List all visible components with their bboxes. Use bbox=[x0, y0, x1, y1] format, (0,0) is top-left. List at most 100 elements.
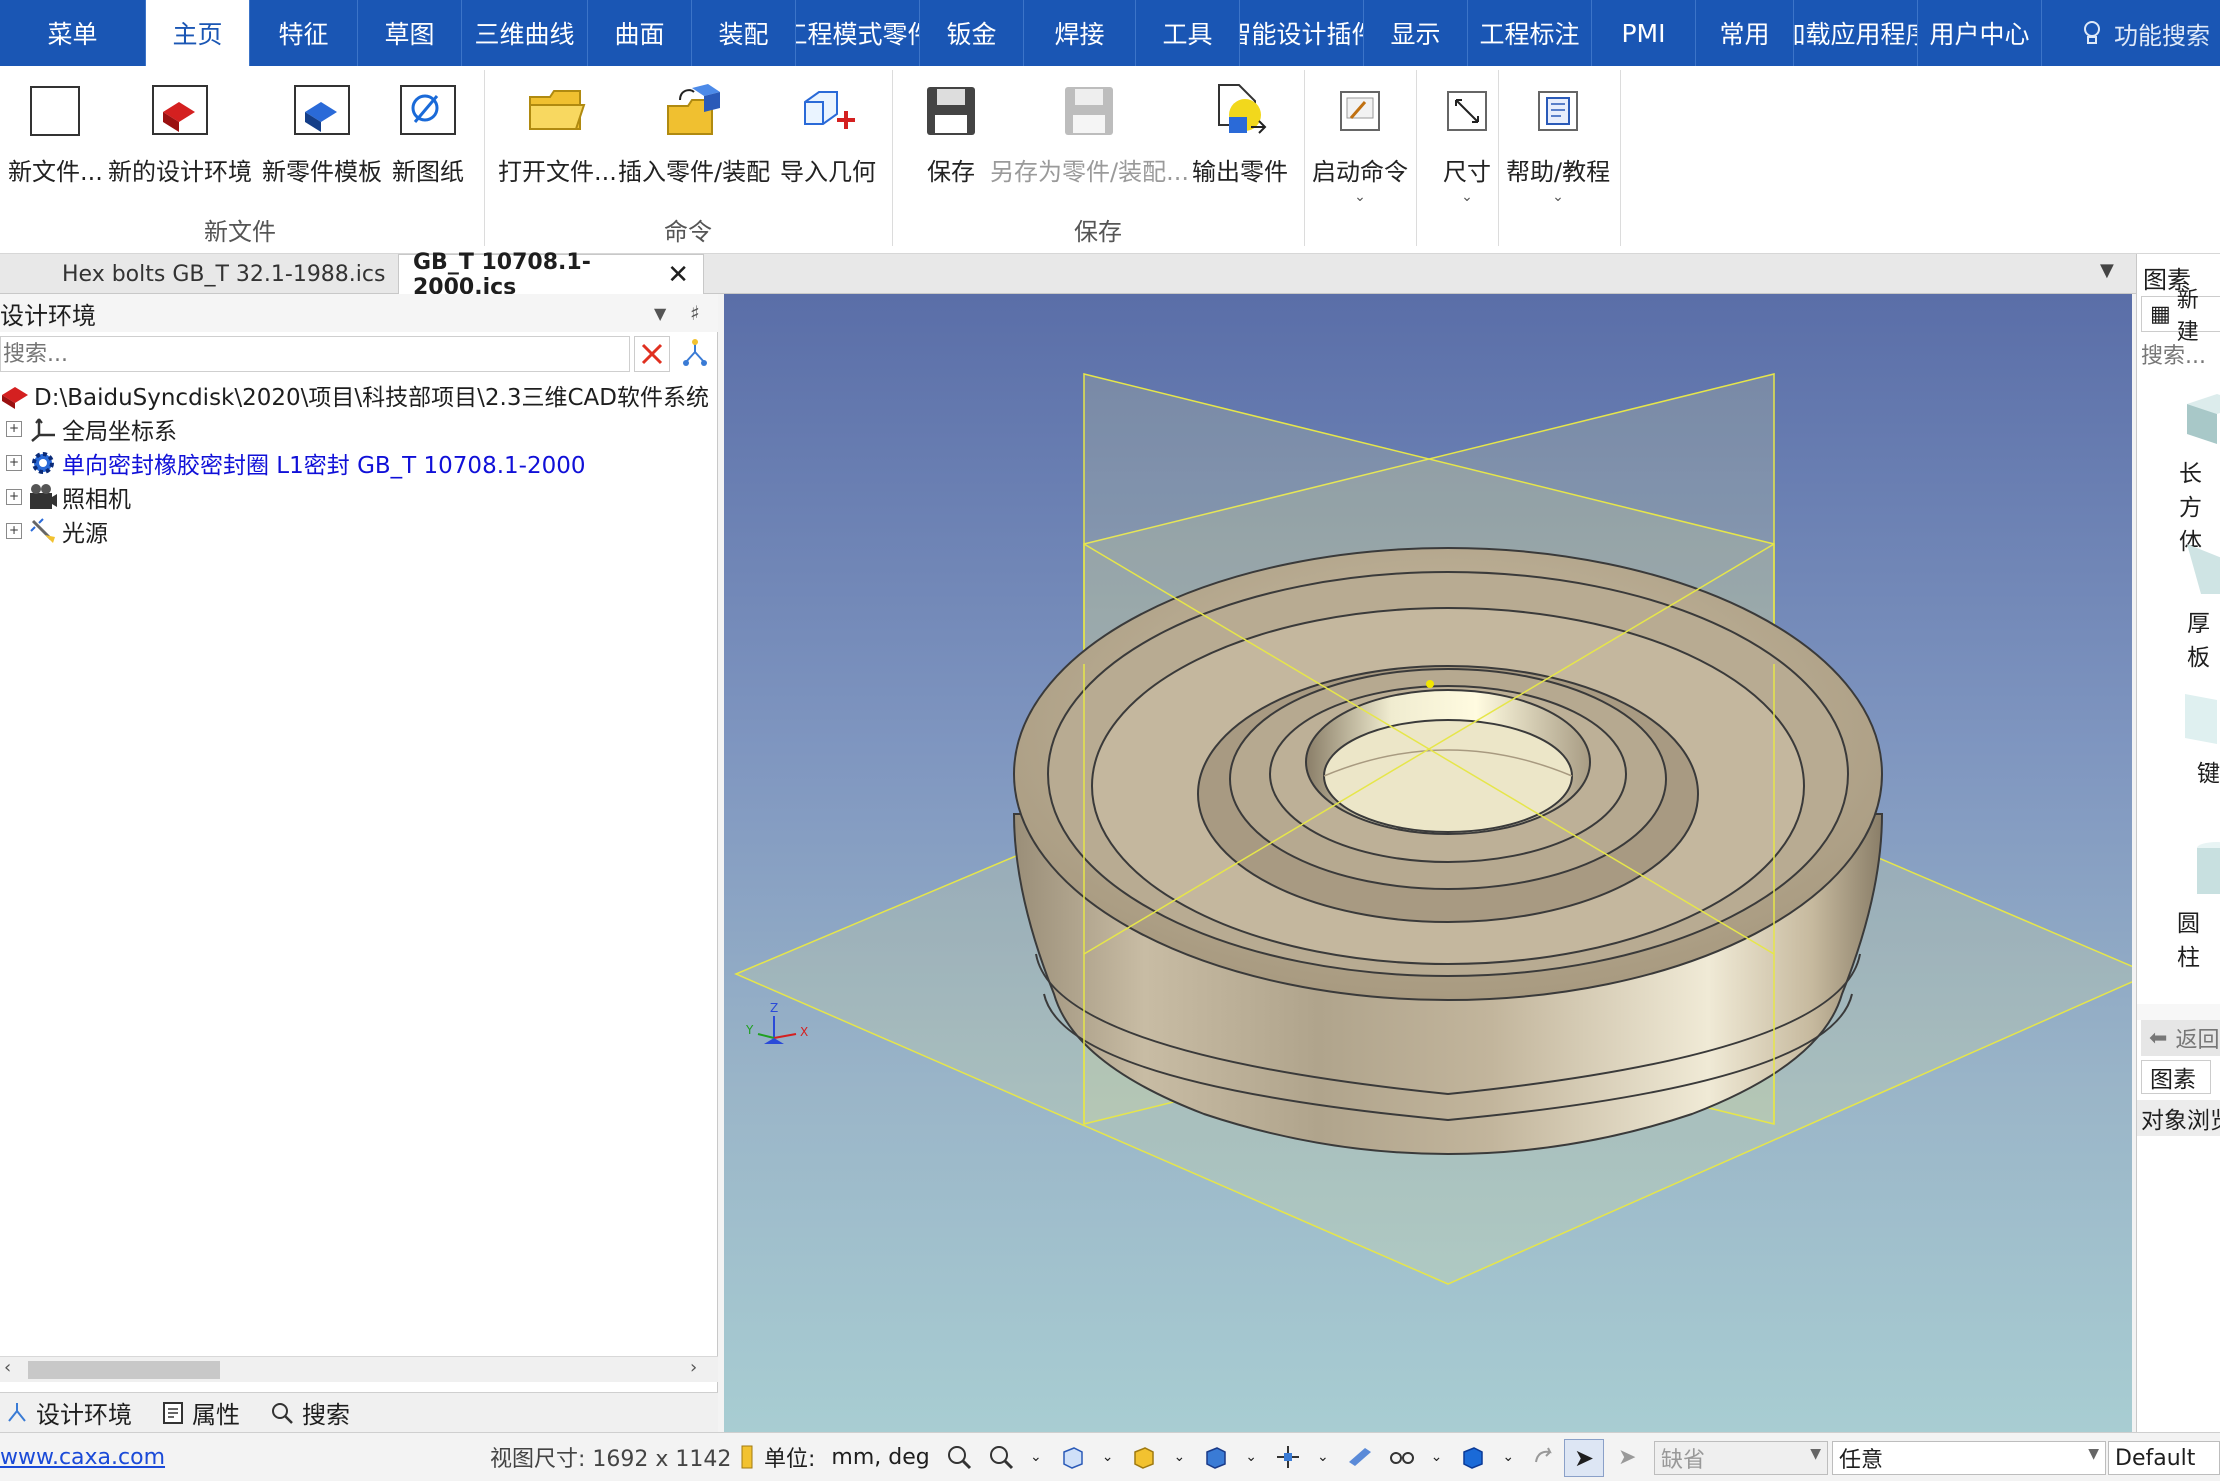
caxa-link[interactable]: www.caxa.com bbox=[0, 1433, 165, 1481]
horizontal-scrollbar[interactable]: ‹ › bbox=[0, 1356, 718, 1382]
unit-readout[interactable]: 单位: mm, deg bbox=[738, 1433, 930, 1481]
tree-search-input[interactable] bbox=[0, 336, 630, 372]
chevron-down-icon[interactable]: ⌄ bbox=[1030, 1449, 1042, 1465]
zoom-dropdown-icon[interactable] bbox=[988, 1444, 1014, 1470]
svg-text:X: X bbox=[800, 1025, 808, 1039]
catalog-item-box[interactable]: 长方体 bbox=[2137, 384, 2220, 556]
save-label: 保存 bbox=[927, 158, 975, 186]
back-button[interactable]: ⬅ 返回 bbox=[2141, 1020, 2220, 1056]
new-drawing-button[interactable]: 新图纸 bbox=[392, 78, 464, 187]
blue-cube-icon[interactable] bbox=[1460, 1444, 1486, 1470]
save-as-part-button[interactable]: 另存为零件/装配... bbox=[990, 78, 1189, 187]
tab-list-dropdown-icon[interactable]: ▼ bbox=[2100, 260, 2114, 281]
tab-load-apps[interactable]: 加载应用程序 bbox=[1794, 0, 1918, 66]
catalog-item-thick-plate[interactable]: 厚板 bbox=[2137, 534, 2220, 672]
shaded-cube-icon[interactable] bbox=[1203, 1444, 1229, 1470]
panel-title-bar: 设计环境 ▼ ♯ bbox=[0, 294, 718, 332]
new-catalog-button[interactable]: ▦ 新建 bbox=[2141, 288, 2220, 345]
start-command-button[interactable]: 启动命令 ⌄ bbox=[1312, 78, 1408, 205]
scroll-left-icon[interactable]: ‹ bbox=[4, 1357, 11, 1378]
catalog-item-cylinder[interactable]: 圆柱 bbox=[2137, 834, 2220, 972]
feature-search[interactable]: 功能搜索 bbox=[2080, 0, 2220, 66]
3d-viewport[interactable]: Z X Y bbox=[724, 294, 2132, 1432]
tab-welding[interactable]: 焊接 bbox=[1024, 0, 1136, 66]
doc-tab-label: GB_T 10708.1-2000.ics bbox=[413, 249, 591, 300]
chevron-down-icon[interactable]: ⌄ bbox=[1317, 1449, 1329, 1465]
tab-engineering-annotation[interactable]: 工程标注 bbox=[1468, 0, 1592, 66]
expand-icon[interactable]: + bbox=[6, 523, 22, 539]
tree-item-seal-part[interactable]: + 单向密封橡胶密封圈 L1密封 GB_T 10708.1-2000 bbox=[0, 446, 585, 480]
filter-combo[interactable]: 缺省 ▼ bbox=[1654, 1441, 1828, 1475]
new-file-label: 新文件... bbox=[8, 158, 103, 186]
tab-surface[interactable]: 曲面 bbox=[588, 0, 692, 66]
section-view-icon[interactable] bbox=[1347, 1444, 1373, 1470]
expand-icon[interactable]: + bbox=[6, 421, 22, 437]
tab-user-center[interactable]: 用户中心 bbox=[1918, 0, 2042, 66]
save-button[interactable]: 保存 bbox=[918, 78, 984, 187]
catalog-search-input[interactable]: 搜索... bbox=[2141, 338, 2206, 370]
doc-tab-seal[interactable]: GB_T 10708.1-2000.ics ✕ bbox=[398, 250, 704, 300]
scroll-right-icon[interactable]: › bbox=[690, 1357, 697, 1378]
tab-search[interactable]: 搜索 bbox=[264, 1395, 350, 1430]
insert-part-button[interactable]: 插入零件/装配 bbox=[618, 78, 770, 187]
tree-item-camera[interactable]: + 照相机 bbox=[0, 480, 131, 514]
selection-combo[interactable]: 任意 ▼ bbox=[1832, 1441, 2106, 1475]
default-combo[interactable]: Default bbox=[2108, 1441, 2220, 1475]
new-file-button[interactable]: 新文件... bbox=[8, 78, 103, 187]
close-icon[interactable]: ✕ bbox=[667, 260, 689, 290]
redo-icon[interactable] bbox=[1532, 1444, 1558, 1470]
new-part-template-button[interactable]: 新零件模板 bbox=[262, 78, 382, 187]
seal-ring[interactable] bbox=[1012, 547, 1884, 1156]
tab-design-environment[interactable]: 设计环境 bbox=[0, 1395, 132, 1430]
tab-display[interactable]: 显示 bbox=[1364, 0, 1468, 66]
tab-menu[interactable]: 菜单 bbox=[0, 0, 146, 66]
expand-icon[interactable]: + bbox=[6, 489, 22, 505]
import-geometry-button[interactable]: 导入几何 bbox=[780, 78, 876, 187]
dimension-button[interactable]: 尺寸 ⌄ bbox=[1434, 78, 1500, 205]
glasses-icon[interactable] bbox=[1389, 1444, 1415, 1470]
scrollbar-thumb[interactable] bbox=[28, 1361, 220, 1379]
floppy-disk-disabled-icon bbox=[1056, 78, 1122, 144]
light-source-icon bbox=[28, 516, 58, 546]
select-pointer-button[interactable]: ➤ bbox=[1564, 1439, 1604, 1477]
view-orient-icon[interactable] bbox=[1060, 1444, 1086, 1470]
tree-item-light[interactable]: + 光源 bbox=[0, 514, 108, 548]
tab-sketch[interactable]: 草图 bbox=[358, 0, 462, 66]
pan-icon[interactable] bbox=[1275, 1444, 1301, 1470]
tab-assembly[interactable]: 装配 bbox=[692, 0, 796, 66]
clear-search-button[interactable] bbox=[634, 336, 670, 372]
help-button[interactable]: 帮助/教程 ⌄ bbox=[1506, 78, 1610, 205]
chevron-down-icon[interactable]: ⌄ bbox=[1245, 1449, 1257, 1465]
new-design-env-button[interactable]: 新的设计环境 bbox=[108, 78, 252, 187]
export-part-button[interactable]: 输出零件 bbox=[1192, 78, 1288, 187]
tree-root[interactable]: D:\BaiduSyncdisk\2020\项目\科技部项目\2.3三维CAD软… bbox=[0, 378, 709, 412]
tab-tools[interactable]: 工具 bbox=[1136, 0, 1240, 66]
zoom-icon[interactable] bbox=[946, 1444, 972, 1470]
tab-pmi[interactable]: PMI bbox=[1592, 0, 1696, 66]
catalog-item-key[interactable]: 键 bbox=[2137, 684, 2220, 788]
open-file-button[interactable]: 打开文件... bbox=[498, 78, 617, 187]
pointer-filter-icon[interactable]: ➤ bbox=[1618, 1445, 1636, 1470]
tab-3d-curves[interactable]: 三维曲线 bbox=[462, 0, 588, 66]
tab-sheet-metal[interactable]: 钣金 bbox=[920, 0, 1024, 66]
render-mode-icon[interactable] bbox=[1131, 1444, 1157, 1470]
tab-smart-design[interactable]: 智能设计插件 bbox=[1240, 0, 1364, 66]
chevron-down-icon[interactable]: ⌄ bbox=[1102, 1449, 1114, 1465]
tab-home[interactable]: 主页 bbox=[146, 0, 250, 66]
back-label: 返回 bbox=[2175, 1028, 2220, 1053]
pin-icon[interactable]: ♯ bbox=[690, 301, 700, 325]
tab-common[interactable]: 常用 bbox=[1696, 0, 1794, 66]
doc-tab-hex-bolts[interactable]: Hex bolts GB_T 32.1-1988.ics bbox=[48, 254, 399, 294]
object-browser-header[interactable]: 对象浏览器 bbox=[2137, 1100, 2220, 1136]
chevron-down-icon[interactable]: ⌄ bbox=[1502, 1449, 1514, 1465]
tree-filter-icon[interactable] bbox=[680, 338, 710, 372]
tab-features[interactable]: 特征 bbox=[250, 0, 358, 66]
tab-engineering-part[interactable]: 工程模式零件 bbox=[796, 0, 920, 66]
chevron-down-icon[interactable]: ⌄ bbox=[1431, 1449, 1443, 1465]
tab-catalog[interactable]: 图素 bbox=[2141, 1060, 2211, 1094]
tab-properties[interactable]: 属性 bbox=[156, 1395, 240, 1430]
expand-icon[interactable]: + bbox=[6, 455, 22, 471]
panel-menu-icon[interactable]: ▼ bbox=[654, 304, 666, 323]
tree-item-global-coords[interactable]: + 全局坐标系 bbox=[0, 412, 177, 446]
chevron-down-icon[interactable]: ⌄ bbox=[1173, 1449, 1185, 1465]
